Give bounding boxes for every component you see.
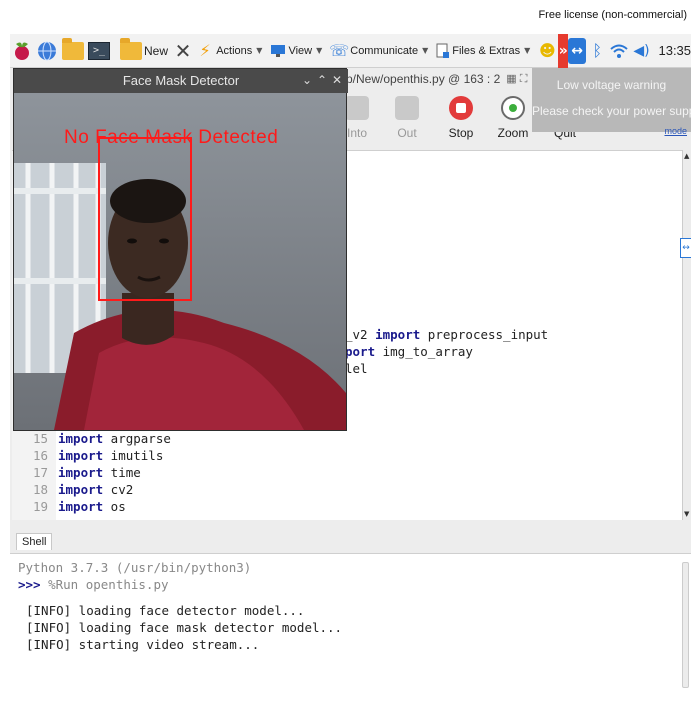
- code-line: 17 import time: [32, 465, 141, 480]
- editor-title-bar: p/New/openthis.py @ 163 : 2 ▦ ⛶ ▲: [346, 68, 541, 90]
- chevron-down-icon[interactable]: ⌄: [302, 73, 312, 87]
- folder-icon[interactable]: [120, 37, 142, 64]
- chevron-down-icon: ▼: [422, 46, 429, 55]
- double-chevron-right-icon[interactable]: »: [558, 33, 569, 68]
- shell-scrollbar[interactable]: [682, 562, 689, 688]
- step-into-icon: [345, 96, 369, 120]
- wifi-icon[interactable]: [610, 38, 629, 64]
- face-mask-detector-window[interactable]: Face Mask Detector ⌄ ⌃ ✕ No Face Mask De…: [13, 68, 348, 431]
- chevron-down-icon: ▼: [316, 46, 323, 55]
- shell-run-line: >>> %Run openthis.py: [18, 577, 169, 592]
- volume-icon[interactable]: ◀︎): [632, 38, 650, 64]
- shell-output-line: [INFO] loading face mask detector model.…: [26, 620, 343, 635]
- view-menu[interactable]: View: [288, 45, 312, 57]
- shell-output-line: [INFO] loading face detector model...: [26, 603, 305, 618]
- video-frame: No Face Mask Detected: [14, 93, 346, 430]
- editor-scrollbar[interactable]: ▲ ▼: [682, 150, 691, 520]
- communicate-menu[interactable]: Communicate: [350, 45, 418, 57]
- editor-path: p/New/openthis.py @ 163 : 2: [346, 72, 501, 86]
- scroll-down-icon[interactable]: ▼: [684, 510, 689, 518]
- tab-shell[interactable]: Shell: [16, 533, 53, 550]
- code-line: 18 import cv2: [32, 482, 134, 497]
- license-banner: Free license (non-commercial): [0, 0, 691, 34]
- face-bounding-box: [98, 137, 192, 301]
- taskbar-new-label[interactable]: New: [144, 44, 168, 58]
- code-fragment: port img_to_array: [345, 344, 473, 359]
- communicate-phone-icon: ☏: [329, 41, 350, 60]
- clock: 13:35: [658, 43, 691, 58]
- taskbar: >_ New ✕ ⚡ Actions ▼ View ▼ ☏ Communicate ▼…: [10, 33, 691, 68]
- stop-button[interactable]: Stop: [436, 96, 486, 140]
- raspberry-menu-icon[interactable]: [12, 38, 32, 64]
- browser-globe-icon[interactable]: [36, 38, 58, 64]
- shell-console[interactable]: Python 3.7.3 (/usr/bin/python3) >>> %Run…: [10, 553, 691, 704]
- stop-icon: [449, 96, 473, 120]
- code-line: 15 import argparse: [32, 431, 171, 446]
- code-fragment: lel: [345, 361, 368, 376]
- files-document-icon: [436, 38, 450, 64]
- chevron-up-icon[interactable]: ⌃: [317, 73, 327, 87]
- teamviewer-icon[interactable]: ↔: [568, 37, 587, 64]
- close-x-icon[interactable]: ✕: [174, 38, 192, 64]
- actions-menu[interactable]: Actions: [216, 45, 252, 57]
- shell-output-line: [INFO] starting video stream...: [26, 637, 260, 652]
- teamviewer-side-tab-icon[interactable]: ↔: [680, 238, 691, 258]
- files-extras-menu[interactable]: Files & Extras: [452, 45, 520, 57]
- chevron-down-icon: ▼: [524, 46, 531, 55]
- mode-link[interactable]: mode: [664, 126, 687, 136]
- terminal-icon[interactable]: >_: [88, 38, 110, 64]
- scroll-up-icon[interactable]: ▲: [684, 152, 689, 160]
- license-text: Free license (non-commercial): [538, 9, 687, 21]
- shell-version: Python 3.7.3 (/usr/bin/python3): [18, 560, 252, 575]
- file-manager-icon[interactable]: [62, 37, 84, 64]
- chevron-down-icon: ▼: [256, 46, 263, 55]
- code-line: 16 import imutils: [32, 448, 164, 463]
- zoom-magnifier-icon: [501, 96, 525, 120]
- shell-tab-bar: Shell: [10, 523, 691, 553]
- detector-title-bar[interactable]: Face Mask Detector ⌄ ⌃ ✕: [14, 69, 348, 93]
- warning-title: Low voltage warning: [556, 78, 667, 92]
- zoom-button[interactable]: Zoom: [488, 96, 538, 140]
- detector-window-title: Face Mask Detector: [122, 73, 240, 88]
- warning-message: Please check your power supply: [532, 104, 691, 118]
- code-line: 19 import os: [32, 499, 126, 514]
- step-out-icon: [395, 96, 419, 120]
- smiley-icon[interactable]: ☻: [538, 38, 556, 64]
- bluetooth-icon[interactable]: ᛒ: [588, 38, 606, 64]
- low-voltage-warning: Low voltage warning Please check your po…: [532, 68, 691, 132]
- shell-prompt: >>>: [18, 577, 41, 592]
- step-out-button[interactable]: Out: [382, 96, 432, 140]
- view-monitor-icon: [270, 38, 286, 64]
- code-fragment: _v2 import preprocess_input: [345, 327, 549, 342]
- lightning-icon: ⚡: [199, 41, 211, 60]
- close-icon[interactable]: ✕: [332, 73, 342, 87]
